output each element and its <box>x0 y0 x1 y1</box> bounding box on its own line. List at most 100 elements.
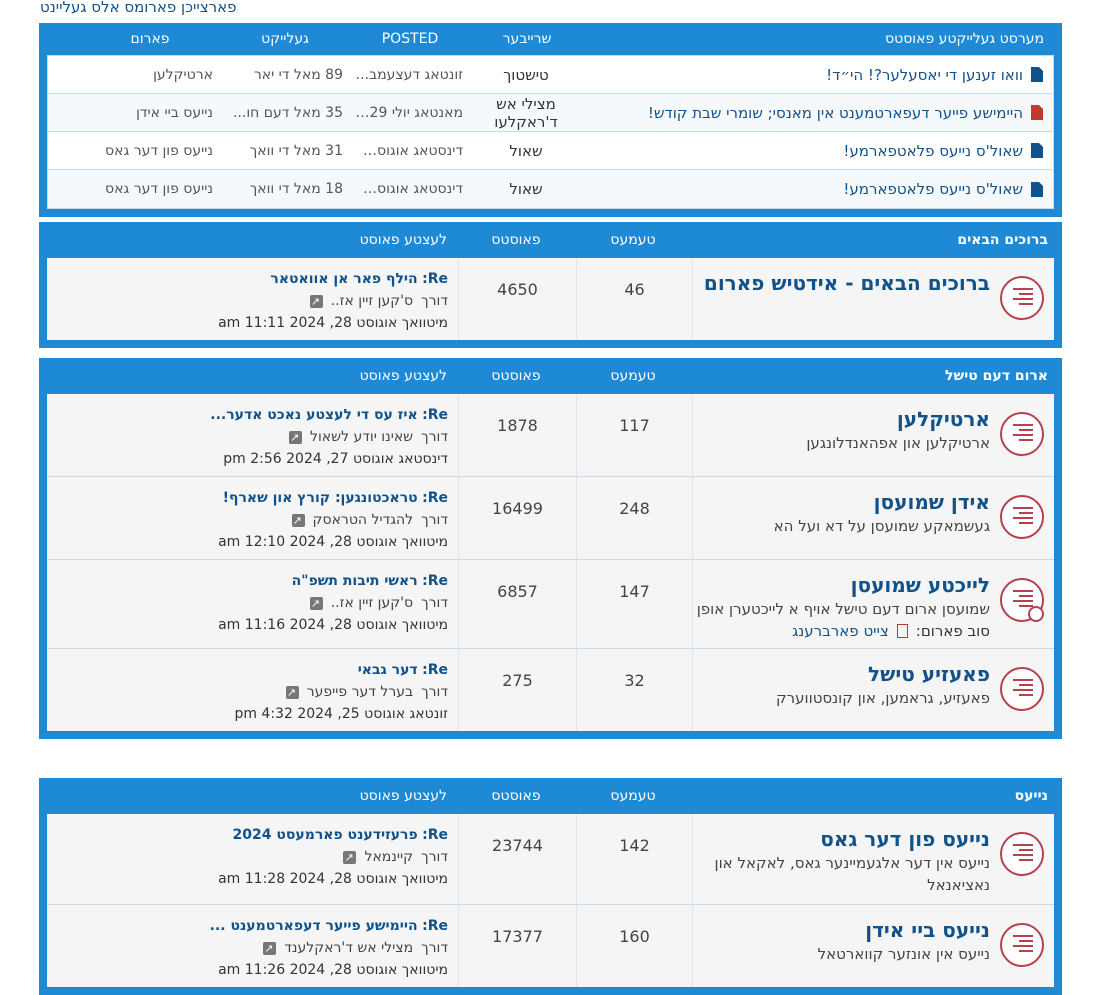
forum-read-icon <box>1000 832 1044 876</box>
topic-title-cell[interactable]: שאול'ס נייעס פלאטפארמע! <box>583 142 1053 160</box>
section-title[interactable]: ארום דעם טישל <box>691 368 1054 384</box>
last-post-author-link[interactable]: ס'קען זיין אז.. <box>331 290 413 312</box>
forum-info: נייעס פון דער גאס נייעס אין דער אלגעמיינ… <box>692 814 1054 904</box>
forum-link[interactable]: נייעס פון דער גאס <box>79 181 219 197</box>
header-writer: שרייבער <box>502 31 552 47</box>
topic-title-link[interactable]: היימישע פייער דעפארטמענט אין מאנסי; שומר… <box>648 104 1023 122</box>
goto-last-post-icon[interactable] <box>285 682 299 704</box>
by-prefix: דורך <box>421 595 448 611</box>
topic-title-cell[interactable]: היימישע פייער דעפארטמענט אין מאנסי; שומר… <box>583 104 1053 122</box>
document-icon <box>1031 67 1043 82</box>
last-post-title-link[interactable]: איז עס די לעצטע נאכט אדער... <box>210 407 417 423</box>
last-post-title-link[interactable]: היימישע פייער דעפארטמענט ... <box>210 918 418 934</box>
most-liked-list: וואו זענען די יאסעלער?! הי״ד! טישטוך זונ… <box>47 55 1054 209</box>
by-prefix: דורך <box>421 429 448 445</box>
last-post-title-link[interactable]: דער גבאי <box>358 662 418 678</box>
forum-name-link[interactable]: אידן שמועסן <box>774 489 990 515</box>
most-liked-row: היימישע פייער דעפארטמענט אין מאנסי; שומר… <box>48 94 1053 132</box>
like-count: 18 מאל די וואך <box>249 181 343 197</box>
forum-read-icon <box>1000 667 1044 711</box>
topic-count: 147 <box>576 560 692 648</box>
posted-date: זונטאג דעצעמב... <box>355 66 463 83</box>
by-prefix: דורך <box>421 512 448 528</box>
topic-count: 32 <box>576 649 692 731</box>
most-liked-panel: מערסט געלייקטע פאוסטס שרייבער POSTED געל… <box>39 23 1062 217</box>
topic-title-link[interactable]: וואו זענען די יאסעלער?! הי״ד! <box>826 66 1023 84</box>
last-post-author-link[interactable]: שאינו יודע לשאול <box>310 426 413 448</box>
forum-link[interactable]: נייעס פון דער גאס <box>79 143 219 159</box>
forum-name-link[interactable]: ברוכים הבאים - אידטיש פארום <box>704 270 990 296</box>
most-liked-row: שאול'ס נייעס פלאטפארמע! שאול דינסטאג אוג… <box>48 170 1053 208</box>
last-post-date: מיטוואך אוגוסט 28, 2024 11:26 am <box>218 962 448 978</box>
goto-last-post-icon[interactable] <box>289 427 303 449</box>
writer-link[interactable]: שאול <box>469 142 583 160</box>
forum-description: נייעס אין דער אלגעמיינער גאס, לאקאל און … <box>714 854 990 894</box>
last-post-title-link[interactable]: טראכטונגען: קורץ און שארף! <box>223 490 418 506</box>
last-post-cell: Re: הילף פאר אן אוואטאר דורך ס'קען זיין א… <box>47 258 458 340</box>
col-topics: טעמעס <box>610 788 656 804</box>
forum-section-panel: ארום דעם טישל טעמעס פאוסטס לעצטע פאוסט א… <box>39 358 1062 739</box>
forum-row: ברוכים הבאים - אידטיש פארום 46 4650 Re: … <box>47 258 1054 340</box>
forum-description: געשמאקע שמועסן על דא ועל הא <box>773 517 990 535</box>
goto-last-post-icon[interactable] <box>343 847 357 869</box>
topic-title-link[interactable]: שאול'ס נייעס פלאטפארמע! <box>843 142 1023 160</box>
forum-read-icon <box>1000 412 1044 456</box>
topic-title-cell[interactable]: וואו זענען די יאסעלער?! הי״ד! <box>583 66 1053 84</box>
last-post-date: מיטוואך אוגוסט 28, 2024 11:16 am <box>218 617 448 633</box>
last-post-cell: Re: ראשי תיבות תשפ"ה דורך ס'קען זיין אז..… <box>47 560 458 648</box>
col-last-post: לעצטע פאוסט <box>359 232 447 248</box>
goto-last-post-icon[interactable] <box>263 938 277 960</box>
last-post-title-link[interactable]: ראשי תיבות תשפ"ה <box>292 573 418 589</box>
forum-link[interactable]: נייעס ביי אידן <box>79 105 219 121</box>
last-post-author-link[interactable]: קיינמאל <box>364 846 413 868</box>
forum-info: ארטיקלען ארטיקלען און אפהאנדלונגען <box>692 394 1054 476</box>
forum-name-link[interactable]: נייעס ביי אידן <box>818 917 990 943</box>
goto-last-post-icon[interactable] <box>309 593 323 615</box>
section-title[interactable]: נייעס <box>691 788 1054 804</box>
re-prefix: Re: <box>422 662 448 678</box>
forum-description: שמועסן ארום דעם טישל אויף א לייכטערן אופ… <box>696 600 990 618</box>
section-header: ארום דעם טישל טעמעס פאוסטס לעצטע פאוסט <box>47 358 1054 394</box>
last-post-author-link[interactable]: להגדיל הטראסק <box>313 509 414 531</box>
last-post-title-link[interactable]: פרעזידענט פארמעסט 2024 <box>233 827 418 843</box>
topic-title-link[interactable]: שאול'ס נייעס פלאטפארמע! <box>843 180 1023 198</box>
forum-read-icon <box>1000 923 1044 967</box>
post-count: 6857 <box>458 560 576 648</box>
writer-link[interactable]: מצילי אש ד'ראקלעו <box>469 95 583 131</box>
posted-date: מאנטאג יולי 29,... <box>351 104 463 121</box>
post-count: 1878 <box>458 394 576 476</box>
forum-name-link[interactable]: נייעס פון דער גאס <box>693 826 990 852</box>
forum-name-link[interactable]: ארטיקלען <box>806 406 990 432</box>
forum-row: לייכטע שמועסן שמועסן ארום דעם טישל אויף … <box>47 560 1054 649</box>
post-count: 23744 <box>458 814 576 904</box>
last-post-author-link[interactable]: מצילי אש ד'ראקלענד <box>284 937 413 959</box>
topic-count: 142 <box>576 814 692 904</box>
re-prefix: Re: <box>422 490 448 506</box>
section-title[interactable]: ברוכים הבאים <box>691 232 1054 248</box>
document-icon <box>1031 143 1043 158</box>
forum-name-link[interactable]: לייכטע שמועסן <box>697 572 990 598</box>
col-posts: פאוסטס <box>491 788 541 804</box>
last-post-author-link[interactable]: ס'קען זיין אז.. <box>331 592 413 614</box>
most-liked-header: מערסט געלייקטע פאוסטס שרייבער POSTED געל… <box>47 23 1054 55</box>
forum-name-link[interactable]: פאעזיע טישל <box>776 661 990 687</box>
last-post-title-link[interactable]: הילף פאר אן אוואטאר <box>270 271 417 287</box>
col-topics: טעמעס <box>610 368 656 384</box>
header-title: מערסט געלייקטע פאוסטס <box>885 31 1044 47</box>
goto-last-post-icon[interactable] <box>309 291 323 313</box>
last-post-author-link[interactable]: בערל דער פייפער <box>307 681 413 703</box>
writer-link[interactable]: טישטוך <box>469 66 583 84</box>
header-gallery: געלייקט <box>261 31 309 47</box>
last-post-date: מיטוואך אוגוסט 28, 2024 11:28 am <box>218 871 448 887</box>
most-liked-row: שאול'ס נייעס פלאטפארמע! שאול דינסטאג אוג… <box>48 132 1053 170</box>
topic-title-cell[interactable]: שאול'ס נייעס פלאטפארמע! <box>583 180 1053 198</box>
forum-link[interactable]: ארטיקלען <box>79 67 219 83</box>
goto-last-post-icon[interactable] <box>291 510 305 532</box>
most-liked-row: וואו זענען די יאסעלער?! הי״ד! טישטוך זונ… <box>48 56 1053 94</box>
mark-forums-read-link[interactable]: פארצייכן פארומס אלס געליינט <box>40 0 237 16</box>
writer-link[interactable]: שאול <box>469 180 583 198</box>
section-header: נייעס טעמעס פאוסטס לעצטע פאוסט <box>47 778 1054 814</box>
forum-info: אידן שמועסן געשמאקע שמועסן על דא ועל הא <box>692 477 1054 559</box>
subforum-link[interactable]: צייט פארברענג <box>792 622 889 640</box>
subforum-line: סוב פארום: צייט פארברענג <box>697 622 990 640</box>
